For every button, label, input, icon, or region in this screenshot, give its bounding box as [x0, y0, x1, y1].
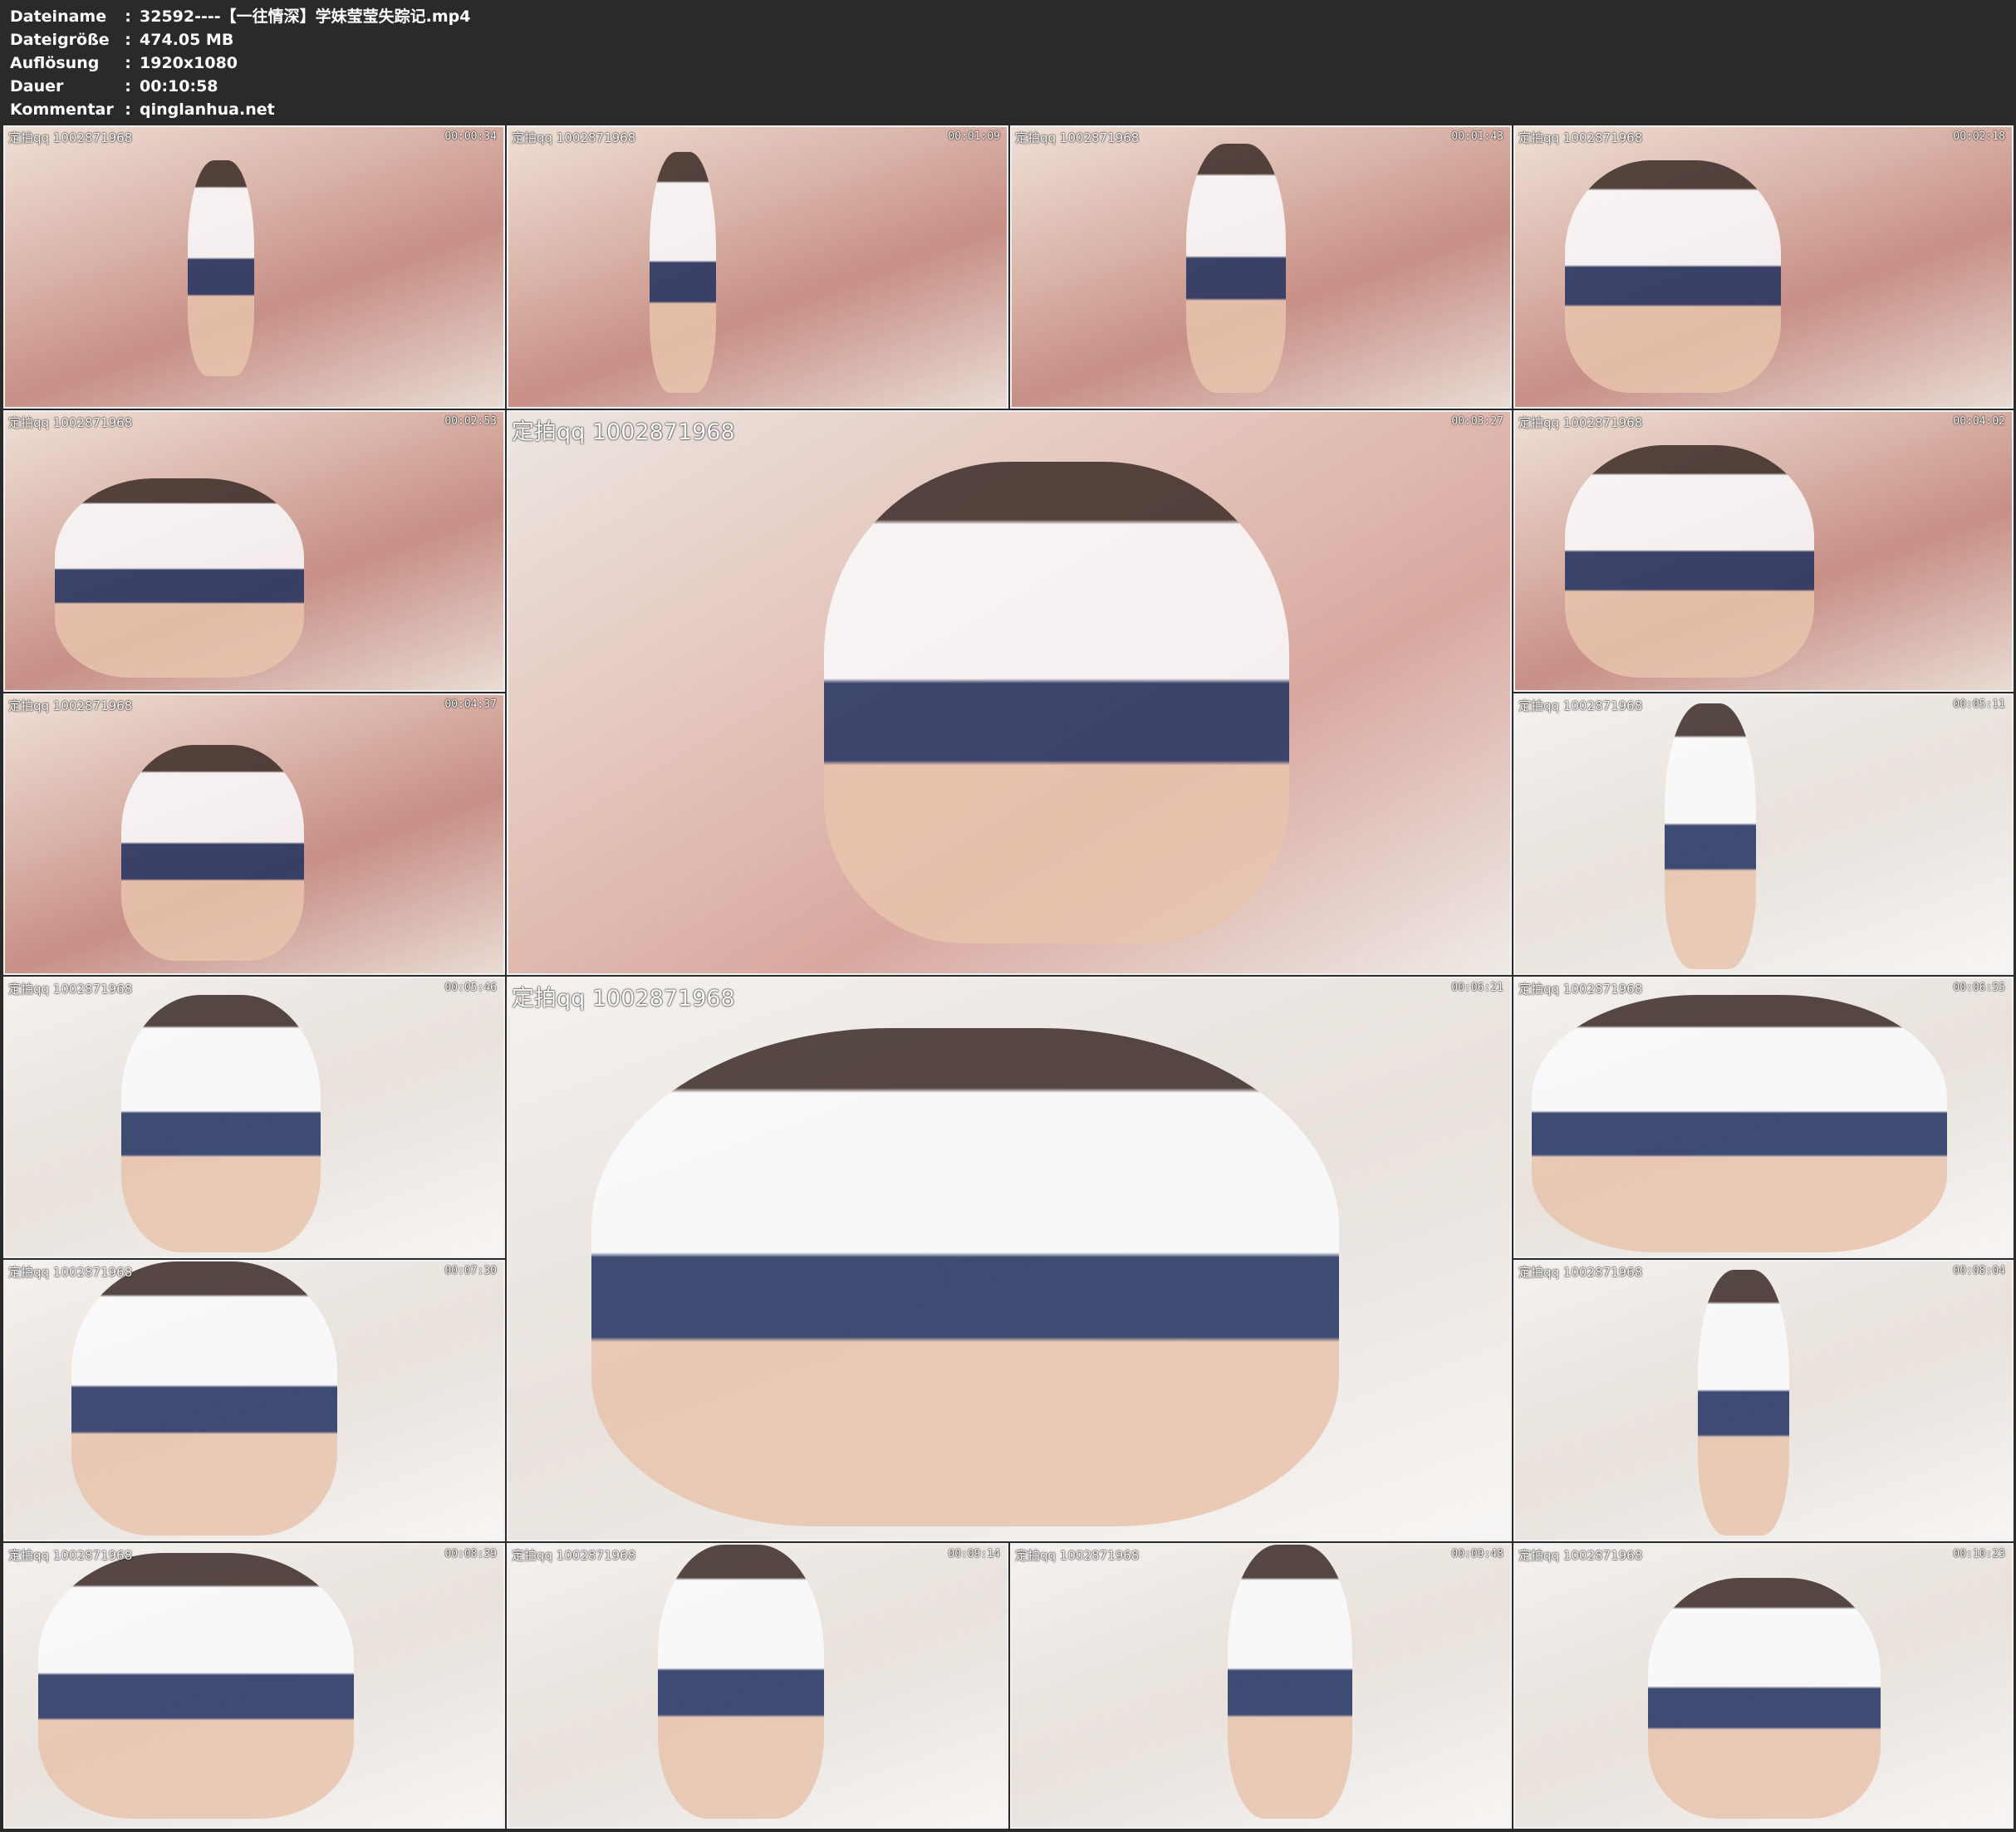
thumbnail-timestamp: 00:10:23 — [1953, 1548, 2005, 1560]
scene-figure — [188, 160, 254, 376]
scene-figure — [824, 462, 1289, 943]
thumbnail-timestamp: 00:03:27 — [1451, 415, 1503, 428]
thumbnail-timestamp: 00:01:43 — [1451, 130, 1503, 143]
thumbnail-watermark: 定拍qq 1002871968 — [1518, 130, 1643, 145]
scene-figure — [121, 745, 304, 961]
scene-figure — [1228, 1545, 1352, 1819]
thumbnail-watermark: 定拍qq 1002871968 — [1518, 1265, 1643, 1280]
scene-figure — [38, 1553, 354, 1819]
scene-figure — [71, 1261, 337, 1536]
scene-figure — [1532, 995, 1947, 1252]
scene-figure — [121, 995, 321, 1252]
thumbnail[interactable]: 定拍qq 1002871968 00:06:21 — [507, 977, 1512, 1541]
thumbnail-watermark: 定拍qq 1002871968 — [512, 1548, 636, 1563]
thumbnail[interactable]: 定拍qq 1002871968 00:04:02 — [1513, 410, 2014, 692]
thumbnail-watermark: 定拍qq 1002871968 — [1015, 1548, 1140, 1563]
scene-figure — [658, 1545, 824, 1819]
thumbnail-watermark: 定拍qq 1002871968 — [8, 1548, 133, 1563]
thumbnail-timestamp: 00:02:18 — [1953, 130, 2005, 143]
thumbnail[interactable]: 定拍qq 1002871968 00:08:04 — [1513, 1260, 2014, 1541]
thumbnail-timestamp: 00:04:37 — [444, 698, 497, 711]
thumbnail-timestamp: 00:09:48 — [1451, 1548, 1503, 1560]
scene-figure — [1648, 1578, 1881, 1819]
thumbnail-timestamp: 00:04:02 — [1953, 415, 2005, 428]
thumbnail[interactable]: 定拍qq 1002871968 00:05:11 — [1513, 693, 2014, 975]
thumbnail[interactable]: 定拍qq 1002871968 00:00:34 — [3, 125, 505, 409]
thumbnail[interactable]: 定拍qq 1002871968 00:02:18 — [1513, 125, 2014, 409]
thumbnail-timestamp: 00:06:55 — [1953, 982, 2005, 994]
scene-figure — [1665, 703, 1756, 969]
thumbnail[interactable]: 定拍qq 1002871968 00:04:37 — [3, 693, 505, 975]
thumbnail-timestamp: 00:01:09 — [948, 130, 1000, 143]
thumbnail-timestamp: 00:06:21 — [1451, 982, 1503, 994]
scene-figure — [591, 1028, 1339, 1526]
thumbnail-watermark: 定拍qq 1002871968 — [1518, 982, 1643, 997]
thumbnail-timestamp: 00:08:39 — [444, 1548, 497, 1560]
scene-figure — [1186, 144, 1286, 393]
scene-figure — [1565, 445, 1814, 678]
thumbnail-watermark: 定拍qq 1002871968 — [1015, 130, 1140, 145]
thumbnail[interactable]: 定拍qq 1002871968 00:09:48 — [1010, 1543, 1512, 1829]
thumbnail[interactable]: 定拍qq 1002871968 00:10:23 — [1513, 1543, 2014, 1829]
thumbnail[interactable]: 定拍qq 1002871968 00:06:55 — [1513, 977, 2014, 1258]
thumbnail-grid: 定拍qq 1002871968 00:00:34 定拍qq 1002871968… — [0, 0, 2016, 1832]
thumbnail[interactable]: 定拍qq 1002871968 00:09:14 — [507, 1543, 1008, 1829]
thumbnail-timestamp: 00:07:30 — [444, 1265, 497, 1277]
thumbnail[interactable]: 定拍qq 1002871968 00:02:53 — [3, 410, 505, 692]
thumbnail-timestamp: 00:02:53 — [444, 415, 497, 428]
thumbnail-watermark: 定拍qq 1002871968 — [512, 986, 735, 1012]
thumbnail-watermark: 定拍qq 1002871968 — [1518, 698, 1643, 713]
thumbnail-timestamp: 00:00:34 — [444, 130, 497, 143]
scene-figure — [55, 478, 304, 678]
thumbnail[interactable]: 定拍qq 1002871968 00:05:46 — [3, 977, 505, 1258]
thumbnail-timestamp: 00:09:14 — [948, 1548, 1000, 1560]
thumbnail-watermark: 定拍qq 1002871968 — [512, 130, 636, 145]
thumbnail-watermark: 定拍qq 1002871968 — [8, 698, 133, 713]
thumbnail-watermark: 定拍qq 1002871968 — [8, 1265, 133, 1280]
thumbnail[interactable]: 定拍qq 1002871968 00:08:39 — [3, 1543, 505, 1829]
scene-figure — [1698, 1270, 1789, 1536]
thumbnail[interactable]: 定拍qq 1002871968 00:07:30 — [3, 1260, 505, 1541]
thumbnail-watermark: 定拍qq 1002871968 — [512, 419, 735, 445]
thumbnail-timestamp: 00:08:04 — [1953, 1265, 2005, 1277]
thumbnail-watermark: 定拍qq 1002871968 — [1518, 415, 1643, 430]
thumbnail[interactable]: 定拍qq 1002871968 00:01:43 — [1010, 125, 1512, 409]
thumbnail[interactable]: 定拍qq 1002871968 00:01:09 — [507, 125, 1008, 409]
thumbnail-watermark: 定拍qq 1002871968 — [8, 415, 133, 430]
scene-figure — [650, 152, 716, 393]
thumbnail[interactable]: 定拍qq 1002871968 00:03:27 — [507, 410, 1512, 975]
thumbnail-watermark: 定拍qq 1002871968 — [8, 982, 133, 997]
scene-figure — [1565, 160, 1781, 393]
thumbnail-watermark: 定拍qq 1002871968 — [8, 130, 133, 145]
thumbnail-timestamp: 00:05:11 — [1953, 698, 2005, 711]
thumbnail-timestamp: 00:05:46 — [444, 982, 497, 994]
thumbnail-watermark: 定拍qq 1002871968 — [1518, 1548, 1643, 1563]
